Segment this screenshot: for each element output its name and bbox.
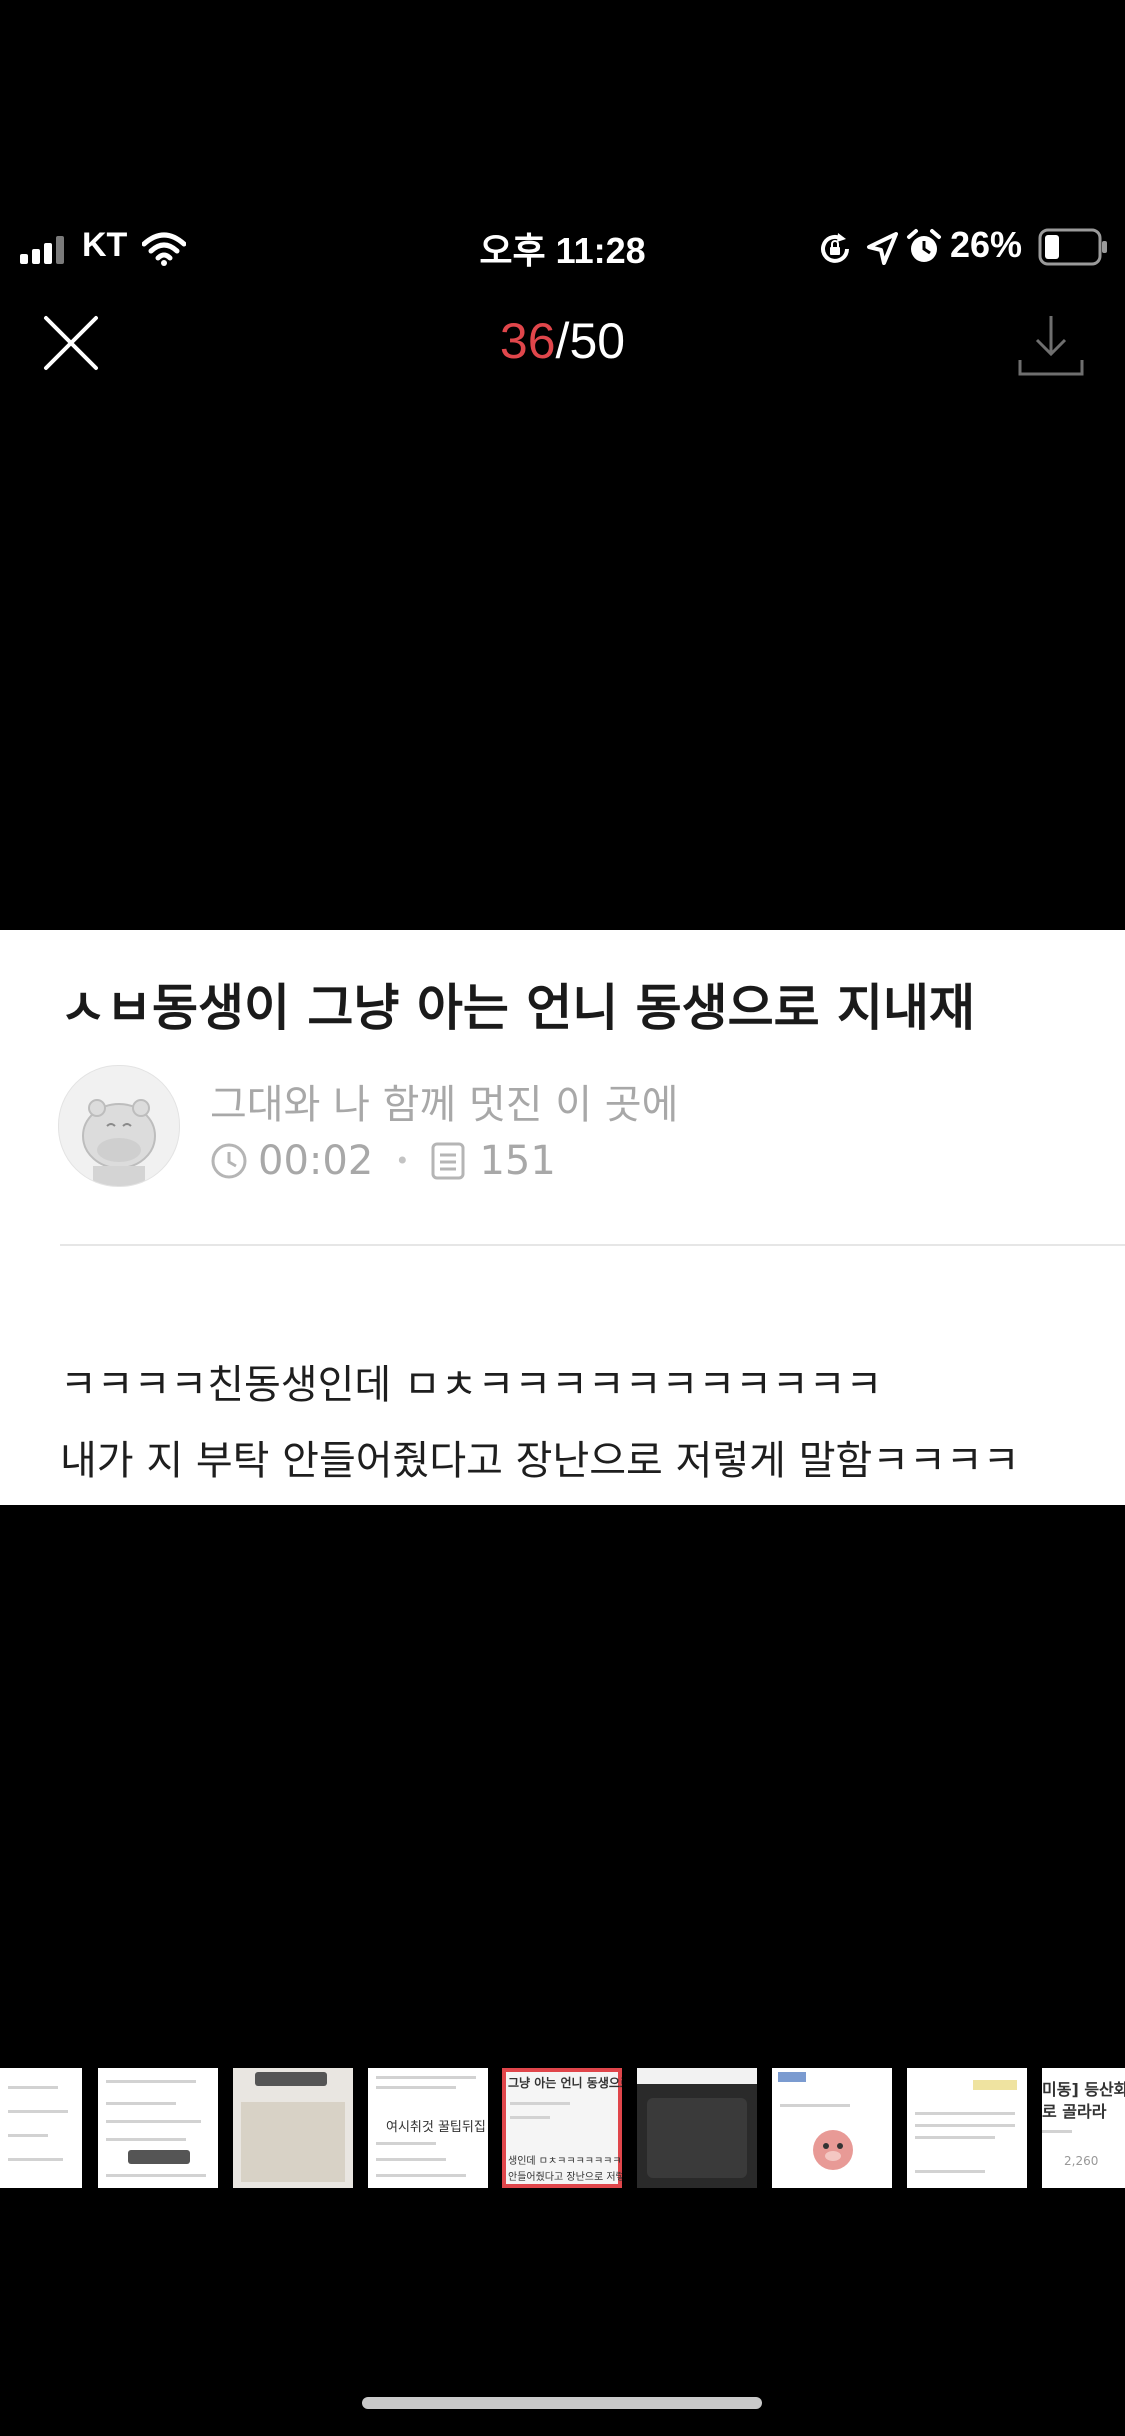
thumbnail[interactable] (772, 2068, 892, 2188)
orientation-lock-icon (821, 233, 849, 263)
thumbnail[interactable] (98, 2068, 218, 2188)
thumbnail-title: 그냥 아는 언니 동생으로 (508, 2076, 622, 2090)
thumbnail[interactable]: 미동] 등산화 로 골라라 2,260 (1042, 2068, 1125, 2188)
thumbnail[interactable] (0, 2068, 82, 2188)
post-title: ㅅㅂ동생이 그냥 아는 언니 동생으로 지내재 (60, 979, 976, 1037)
hippo-avatar-icon (82, 1099, 156, 1186)
thumbnail-views: 2,260 (1064, 2154, 1099, 2168)
image-counter: 36/50 (0, 312, 1125, 370)
thumbnail-line-2: 안들어줬다고 장난으로 저렇 (508, 2172, 622, 2183)
view-count: 151 (479, 1138, 556, 1184)
battery-icon (1038, 228, 1107, 266)
meta-separator: • (395, 1147, 410, 1175)
post-meta: 00:02 • 151 (210, 1138, 556, 1184)
thumbnail-label: 여시취것 꿀팁뒤집 (386, 2120, 486, 2135)
thumbnail[interactable] (637, 2068, 757, 2188)
post-time: 00:02 (258, 1138, 374, 1184)
home-indicator[interactable] (362, 2397, 762, 2409)
character-sticker-icon (813, 2130, 853, 2170)
viewed-image[interactable]: ㅅㅂ동생이 그냥 아는 언니 동생으로 지내재 그대와 나 함께 멋진 이 곳에… (0, 930, 1125, 1505)
post-body-line-1: ㅋㅋㅋㅋ친동생인데 ㅁㅊㅋㅋㅋㅋㅋㅋㅋㅋㅋㅋㅋ (60, 1362, 883, 1408)
battery-percentage: 26% (950, 224, 1023, 265)
divider (60, 1244, 1125, 1246)
location-icon (867, 232, 898, 265)
thumbnail[interactable] (233, 2068, 353, 2188)
alarm-icon (907, 229, 941, 262)
thumbnail-subtitle: 로 골라라 (1042, 2102, 1107, 2121)
thumbnail-strip: 여시취것 꿀팁뒤집 그냥 아는 언니 동생으로 생인데 ㅁㅊㅋㅋㅋㅋㅋㅋㅋㅋ 안… (0, 2068, 1125, 2190)
current-index: 36 (499, 313, 556, 369)
thumbnail[interactable]: 여시취것 꿀팁뒤집 (368, 2068, 488, 2188)
total-count: /50 (555, 313, 626, 369)
author-name: 그대와 나 함께 멋진 이 곳에 (210, 1082, 679, 1128)
avatar (58, 1065, 180, 1187)
thumbnail-line-1: 생인데 ㅁㅊㅋㅋㅋㅋㅋㅋㅋㅋ (508, 2156, 622, 2167)
status-bar: KT 오후 11:28 26% (0, 0, 1125, 300)
document-icon (431, 1142, 465, 1180)
thumbnail-current[interactable]: 그냥 아는 언니 동생으로 생인데 ㅁㅊㅋㅋㅋㅋㅋㅋㅋㅋ 안들어줬다고 장난으로… (502, 2068, 622, 2188)
post-body-line-2: 내가 지 부탁 안들어줬다고 장난으로 저렇게 말함ㅋㅋㅋㅋ (60, 1438, 1020, 1484)
download-button[interactable] (1016, 312, 1086, 378)
download-icon (1018, 316, 1084, 376)
thumbnail[interactable] (907, 2068, 1027, 2188)
thumbnail-title: 미동] 등산화 (1042, 2080, 1125, 2099)
clock-icon (211, 1143, 247, 1179)
